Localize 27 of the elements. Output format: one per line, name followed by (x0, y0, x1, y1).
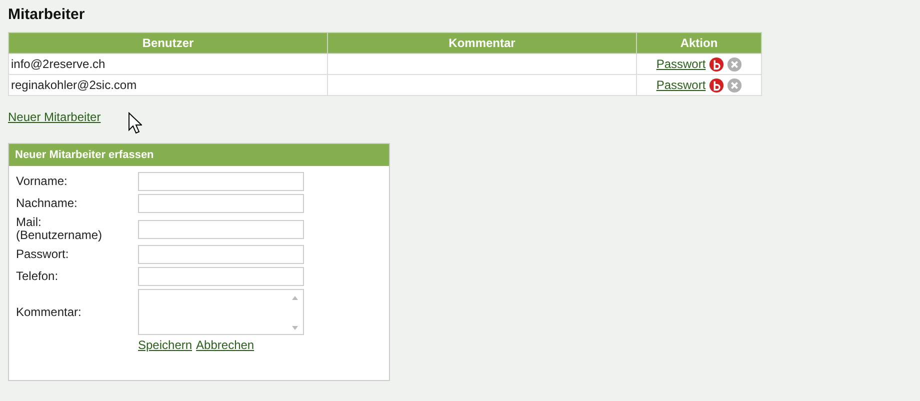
edit-icon[interactable] (708, 78, 724, 93)
table-cell: reginakohler@2sic.com (8, 74, 328, 96)
table-cell: info@2reserve.ch (8, 54, 328, 74)
field-label: Nachname: (16, 197, 78, 210)
field-label: Passwort: (16, 248, 70, 261)
input-field[interactable] (138, 267, 304, 286)
form-link[interactable]: Speichern (138, 338, 192, 352)
column-header: Kommentar (328, 32, 636, 54)
field-label: Mail: (Benutzername) (16, 216, 104, 242)
input-field[interactable] (138, 194, 304, 213)
edit-icon[interactable] (708, 56, 724, 72)
delete-icon[interactable] (726, 56, 742, 72)
field-label: Kommentar: (16, 306, 82, 318)
field-label: Vorname: (16, 175, 68, 188)
column-header: Benutzer (8, 32, 328, 54)
cursor-icon (128, 112, 142, 134)
comment-field[interactable] (138, 289, 304, 335)
panel-title: Neuer Mitarbeiter erfassen (9, 144, 389, 166)
input-field[interactable] (138, 220, 304, 238)
column-header: Aktion (636, 32, 762, 54)
input-field[interactable] (138, 245, 304, 264)
form-link[interactable]: Abbrechen (196, 338, 254, 352)
input-field[interactable] (138, 172, 304, 191)
page-title: Mitarbeiter (8, 6, 86, 23)
delete-icon[interactable] (726, 78, 742, 93)
new-employee-link[interactable]: Neuer Mitarbeiter (8, 110, 101, 124)
field-label: Telefon: (16, 270, 60, 283)
